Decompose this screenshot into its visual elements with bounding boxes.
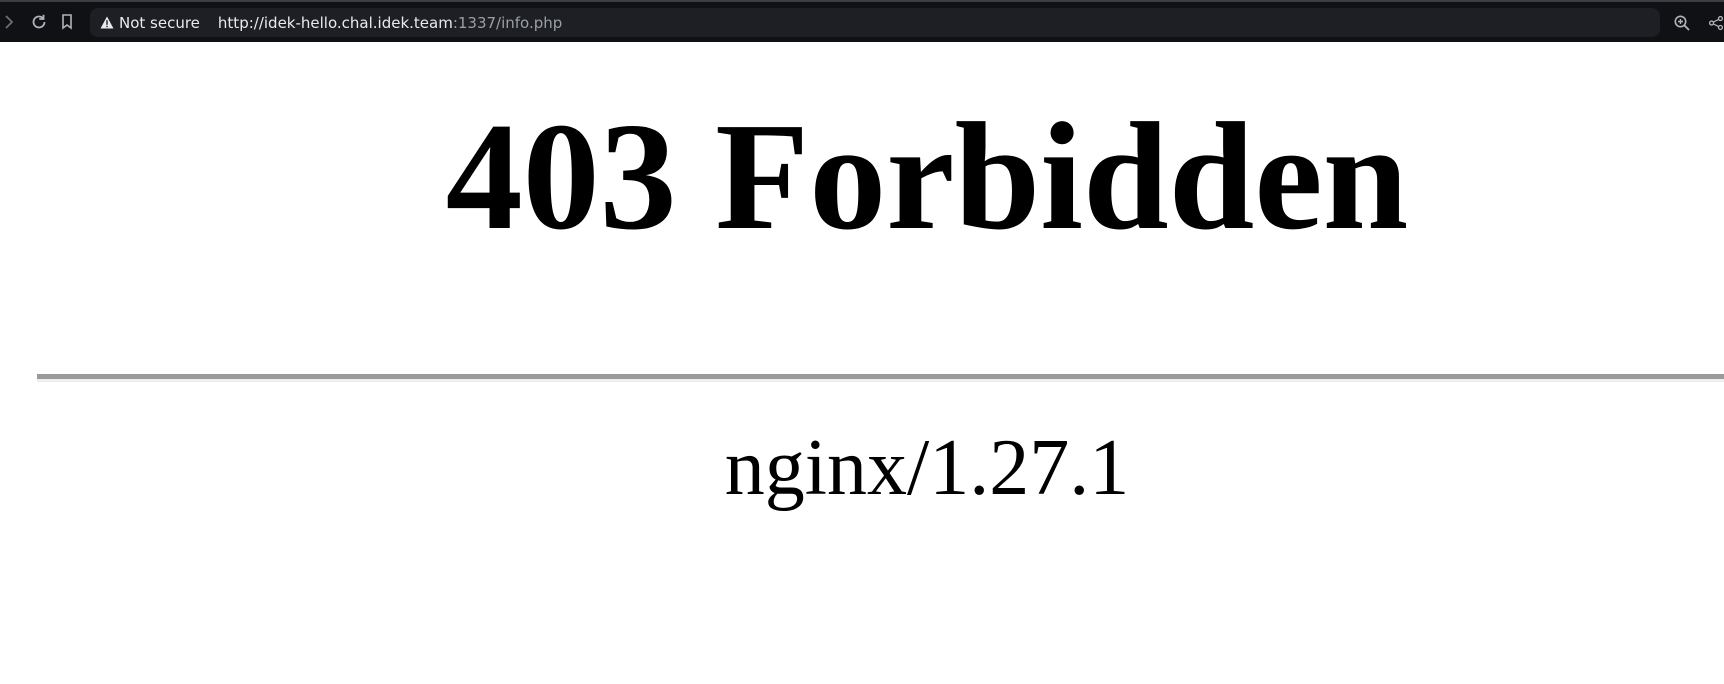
security-chip[interactable]: Not secure <box>100 14 200 32</box>
browser-toolbar: Not secure http://idek-hello.chal.idek.t… <box>0 0 1724 42</box>
reload-icon[interactable] <box>24 7 54 37</box>
bookmark-icon[interactable] <box>52 7 82 37</box>
page-title: 403 Forbidden <box>445 92 1409 262</box>
url-text[interactable]: http://idek-hello.chal.idek.team:1337/in… <box>218 14 562 32</box>
forward-icon[interactable] <box>0 7 18 37</box>
address-bar[interactable]: Not secure http://idek-hello.chal.idek.t… <box>90 8 1660 37</box>
url-host: http://idek-hello.chal.idek.team <box>217 13 453 32</box>
share-icon[interactable] <box>1708 11 1724 35</box>
warning-triangle-icon <box>100 16 114 29</box>
url-rest: :1337/info.php <box>452 13 563 32</box>
server-signature: nginx/1.27.1 <box>724 424 1130 512</box>
page-content: 403 Forbidden nginx/1.27.1 <box>0 42 1724 684</box>
security-label: Not secure <box>119 13 200 32</box>
toolbar-right-icons <box>1670 8 1724 37</box>
divider <box>37 374 1724 382</box>
zoom-in-icon[interactable] <box>1670 11 1694 35</box>
